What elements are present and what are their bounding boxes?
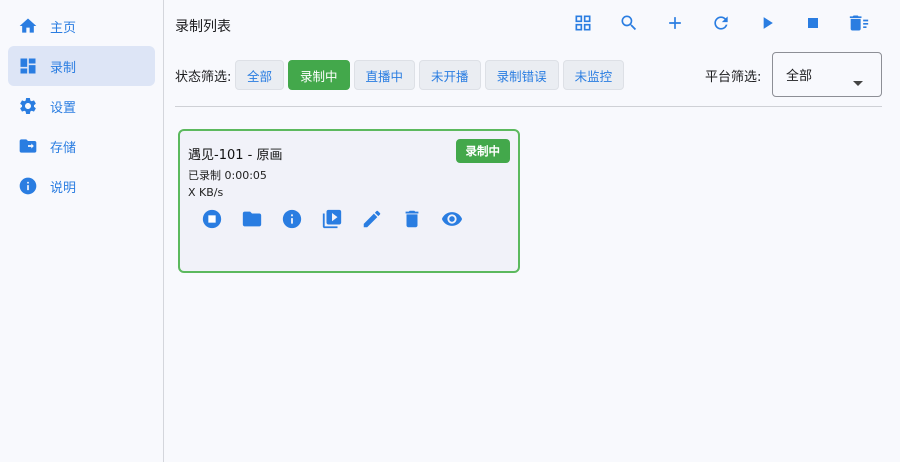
edit-button[interactable] xyxy=(352,207,392,235)
sidebar-item-label: 存储 xyxy=(50,140,77,156)
refresh-button[interactable] xyxy=(698,12,744,38)
sidebar-item-help[interactable]: 说明 xyxy=(8,166,155,206)
status-chip-error[interactable]: 录制错误 xyxy=(484,60,559,90)
recording-card: 遇见-101 - 原画 录制中 已录制 0:00:05 X KB/s xyxy=(178,129,520,273)
sidebar-item-record[interactable]: 录制 xyxy=(8,46,155,86)
card-title: 遇见-101 - 原画 xyxy=(188,148,283,163)
chevron-down-icon xyxy=(853,72,863,91)
eye-icon xyxy=(441,208,463,234)
search-icon xyxy=(619,13,639,37)
status-chip-offline[interactable]: 未开播 xyxy=(419,60,481,90)
status-filter-label: 状态筛选: xyxy=(175,70,232,85)
status-chip-live[interactable]: 直播中 xyxy=(353,60,416,90)
status-chip-recording[interactable]: 录制中 xyxy=(288,60,350,90)
card-actions xyxy=(192,207,472,235)
platform-filter-value: 全部 xyxy=(786,69,813,84)
dashboard-icon xyxy=(18,56,38,76)
gear-icon xyxy=(18,96,38,116)
status-badge: 录制中 xyxy=(455,139,510,163)
play-icon xyxy=(757,13,777,37)
card-speed: X KB/s xyxy=(188,186,224,199)
info-icon xyxy=(281,208,303,234)
view-button[interactable] xyxy=(432,207,472,235)
search-button[interactable] xyxy=(606,12,652,38)
delete-button[interactable] xyxy=(392,207,432,235)
add-button[interactable] xyxy=(652,12,698,38)
folder-icon xyxy=(241,208,263,234)
stop-circle-icon xyxy=(201,208,223,234)
sidebar-item-label: 说明 xyxy=(50,180,77,196)
folder-icon xyxy=(18,136,38,156)
header: 录制列表 xyxy=(175,10,882,40)
delete-list-button[interactable] xyxy=(836,12,882,38)
open-folder-button[interactable] xyxy=(232,207,272,235)
status-chip-unmonitored[interactable]: 未监控 xyxy=(562,60,625,90)
refresh-icon xyxy=(711,13,731,37)
sidebar-item-label: 设置 xyxy=(50,100,77,116)
sidebar-item-label: 录制 xyxy=(50,60,77,76)
info-icon xyxy=(18,176,38,196)
platform-filter-label: 平台筛选: xyxy=(705,70,762,85)
sidebar-item-home[interactable]: 主页 xyxy=(8,6,155,46)
delete-icon xyxy=(401,208,423,234)
start-all-button[interactable] xyxy=(744,12,790,38)
grid-view-icon xyxy=(573,13,593,37)
filter-bar: 状态筛选: 全部 录制中 直播中 未开播 录制错误 未监控 平台筛选: 全部 xyxy=(175,52,882,98)
sidebar-item-storage[interactable]: 存储 xyxy=(8,126,155,166)
card-elapsed-time: 已录制 0:00:05 xyxy=(188,169,267,182)
stop-all-button[interactable] xyxy=(790,12,836,38)
add-icon xyxy=(665,13,685,37)
platform-filter-select[interactable]: 全部 xyxy=(772,52,882,97)
grid-view-button[interactable] xyxy=(560,12,606,38)
delete-list-icon xyxy=(848,13,870,37)
edit-icon xyxy=(361,208,383,234)
main-content: 录制列表 状态筛选: 全部 录制中 直播中 未开播 录制错误 未监控 平台筛选:… xyxy=(165,0,900,462)
sidebar-item-settings[interactable]: 设置 xyxy=(8,86,155,126)
sidebar: 主页 录制 设置 存储 说明 xyxy=(0,0,164,462)
status-chip-all[interactable]: 全部 xyxy=(235,60,285,90)
preview-button[interactable] xyxy=(312,207,352,235)
status-filter-chips: 全部 录制中 直播中 未开播 录制错误 未监控 xyxy=(235,60,625,90)
page-title: 录制列表 xyxy=(175,19,231,35)
toolbar xyxy=(560,12,882,38)
stop-recording-button[interactable] xyxy=(192,207,232,235)
home-icon xyxy=(18,16,38,36)
divider xyxy=(175,106,882,107)
sidebar-item-label: 主页 xyxy=(50,20,77,36)
stop-icon xyxy=(803,13,823,37)
video-library-icon xyxy=(321,208,343,234)
info-button[interactable] xyxy=(272,207,312,235)
